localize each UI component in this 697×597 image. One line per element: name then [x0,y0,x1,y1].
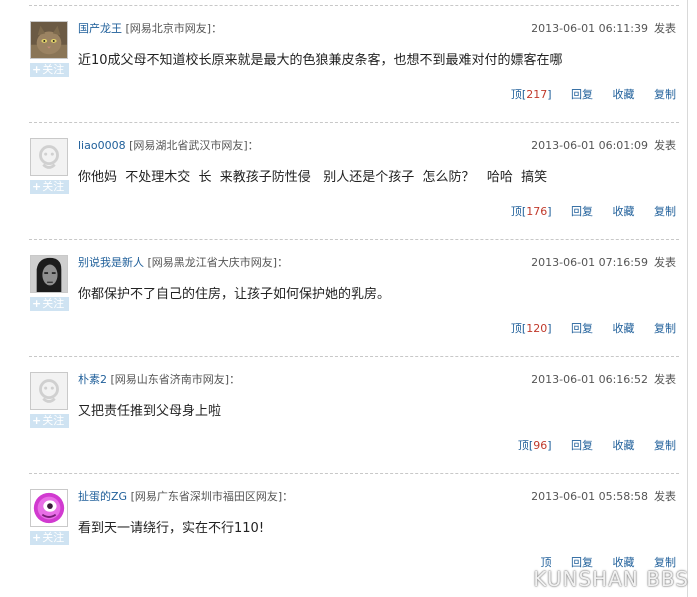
comment-timestamp: 2013-06-01 06:01:09 [531,139,648,152]
comment-separator [29,356,679,357]
follow-button[interactable]: +关注 [30,180,69,194]
favorite-button[interactable]: 收藏 [613,88,635,101]
comment-timestamp: 2013-06-01 05:58:58 [531,490,648,503]
upvote-button[interactable]: 顶[120] [511,322,552,335]
username-link[interactable]: 朴素2 [78,373,107,386]
comment-text: 看到天一请绕行，实在不行110! [78,521,265,536]
username-link[interactable]: 国产龙王 [78,22,122,35]
user-line: 扯蛋的ZG [网易广东省深圳市福田区网友]： [78,490,294,503]
publish-label: 发表 [654,490,676,503]
comment-actions: 顶[176] 回复 收藏 复制 [511,205,676,219]
follow-button[interactable]: +关注 [30,531,69,545]
user-location: [网易黑龙江省大庆市网友] [147,256,278,269]
comment-separator [29,5,679,6]
comment-text: 你他妈 不处理木交 长 来教孩子防性侵 别人还是个孩子 怎么防？ 哈哈 搞笑 [78,170,548,185]
comment-item: +关注 国产龙王 [网易北京市网友]： 2013-06-01 06:11:39 发… [0,5,688,122]
comment-meta: 2013-06-01 07:16:59 发表 [531,256,676,270]
reply-button[interactable]: 回复 [571,205,593,218]
comment-item: +关注 别说我是新人 [网易黑龙江省大庆市网友]： 2013-06-01 07:… [0,239,688,356]
favorite-button[interactable]: 收藏 [613,439,635,452]
copy-button[interactable]: 复制 [654,439,676,452]
avatar-cartoon-icon[interactable] [30,489,68,527]
publish-label: 发表 [654,373,676,386]
user-location: [网易北京市网友] [125,22,212,35]
comment-text: 你都保护不了自己的住房，让孩子如何保护她的乳房。 [78,287,391,302]
comment-meta: 2013-06-01 06:01:09 发表 [531,139,676,153]
comment-actions: 顶[96] 回复 收藏 复制 [518,439,676,453]
follow-button[interactable]: +关注 [30,414,69,428]
copy-button[interactable]: 复制 [654,205,676,218]
comment-item: +关注 liao0008 [网易湖北省武汉市网友]： 2013-06-01 06… [0,122,688,239]
comment-item: +关注 朴素2 [网易山东省济南市网友]： 2013-06-01 06:16:5… [0,356,688,473]
comment-separator [29,239,679,240]
upvote-button[interactable]: 顶[96] [518,439,552,452]
upvote-button[interactable]: 顶[176] [511,205,552,218]
avatar-cat-icon[interactable] [30,21,68,59]
publish-label: 发表 [654,22,676,35]
comment-meta: 2013-06-01 06:16:52 发表 [531,373,676,387]
comment-separator [29,122,679,123]
publish-label: 发表 [654,256,676,269]
follow-button[interactable]: +关注 [30,297,69,311]
comment-text: 又把责任推到父母身上啦 [78,404,222,419]
comment-separator [29,473,679,474]
copy-button[interactable]: 复制 [654,322,676,335]
publish-label: 发表 [654,139,676,152]
user-line: 国产龙王 [网易北京市网友]： [78,22,223,35]
user-location: [网易广东省深圳市福田区网友] [130,490,283,503]
default-avatar-icon[interactable] [30,372,68,410]
default-avatar-icon[interactable] [30,138,68,176]
comment-actions: 顶[120] 回复 收藏 复制 [511,322,676,336]
comment-actions: 顶[217] 回复 收藏 复制 [511,88,676,102]
avatar-portrait-icon[interactable] [30,255,68,293]
favorite-button[interactable]: 收藏 [613,205,635,218]
comment-timestamp: 2013-06-01 06:11:39 [531,22,648,35]
user-location: [网易山东省济南市网友] [110,373,230,386]
site-watermark: KUNSHAN BBS [533,567,689,591]
username-link[interactable]: liao0008 [78,139,126,152]
username-link[interactable]: 扯蛋的ZG [78,490,127,503]
favorite-button[interactable]: 收藏 [613,322,635,335]
reply-button[interactable]: 回复 [571,439,593,452]
follow-button[interactable]: +关注 [30,63,69,77]
user-line: 别说我是新人 [网易黑龙江省大庆市网友]： [78,256,289,269]
upvote-button[interactable]: 顶[217] [511,88,552,101]
user-line: 朴素2 [网易山东省济南市网友]： [78,373,241,386]
copy-button[interactable]: 复制 [654,88,676,101]
user-line: liao0008 [网易湖北省武汉市网友]： [78,139,259,152]
comment-text: 近10成父母不知道校长原来就是最大的色狼兼皮条客，也想不到最难对付的嫖客在哪 [78,53,563,68]
comment-meta: 2013-06-01 06:11:39 发表 [531,22,676,36]
comment-timestamp: 2013-06-01 06:16:52 [531,373,648,386]
comment-timestamp: 2013-06-01 07:16:59 [531,256,648,269]
user-location: [网易湖北省武汉市网友] [129,139,248,152]
comment-meta: 2013-06-01 05:58:58 发表 [531,490,676,504]
reply-button[interactable]: 回复 [571,322,593,335]
reply-button[interactable]: 回复 [571,88,593,101]
username-link[interactable]: 别说我是新人 [78,256,144,269]
